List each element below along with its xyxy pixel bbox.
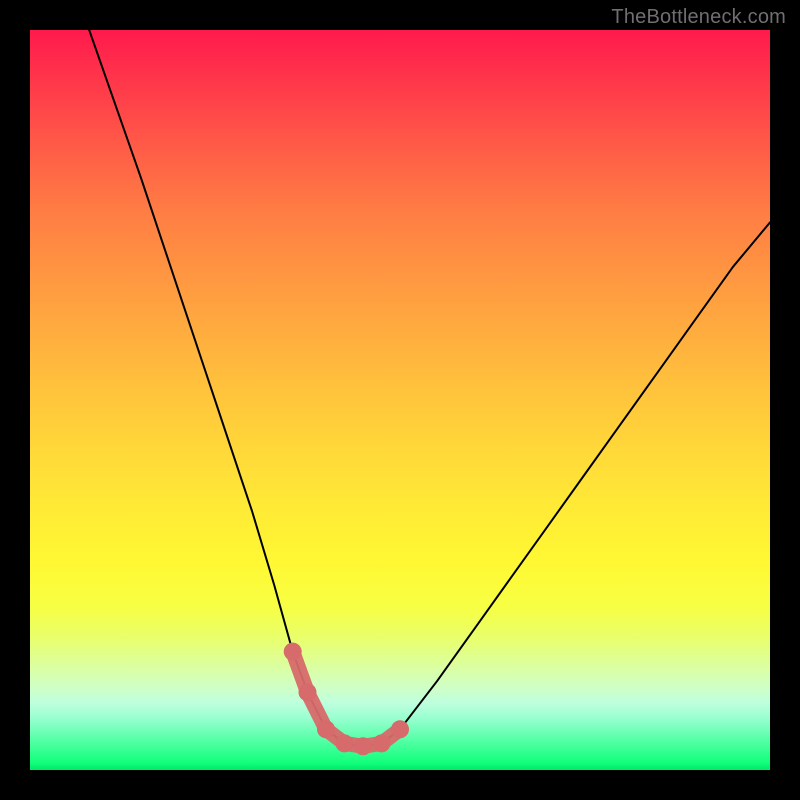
watermark-text: TheBottleneck.com [611, 6, 786, 29]
chart-frame: TheBottleneck.com [0, 0, 800, 800]
chart-background-gradient [30, 30, 770, 770]
